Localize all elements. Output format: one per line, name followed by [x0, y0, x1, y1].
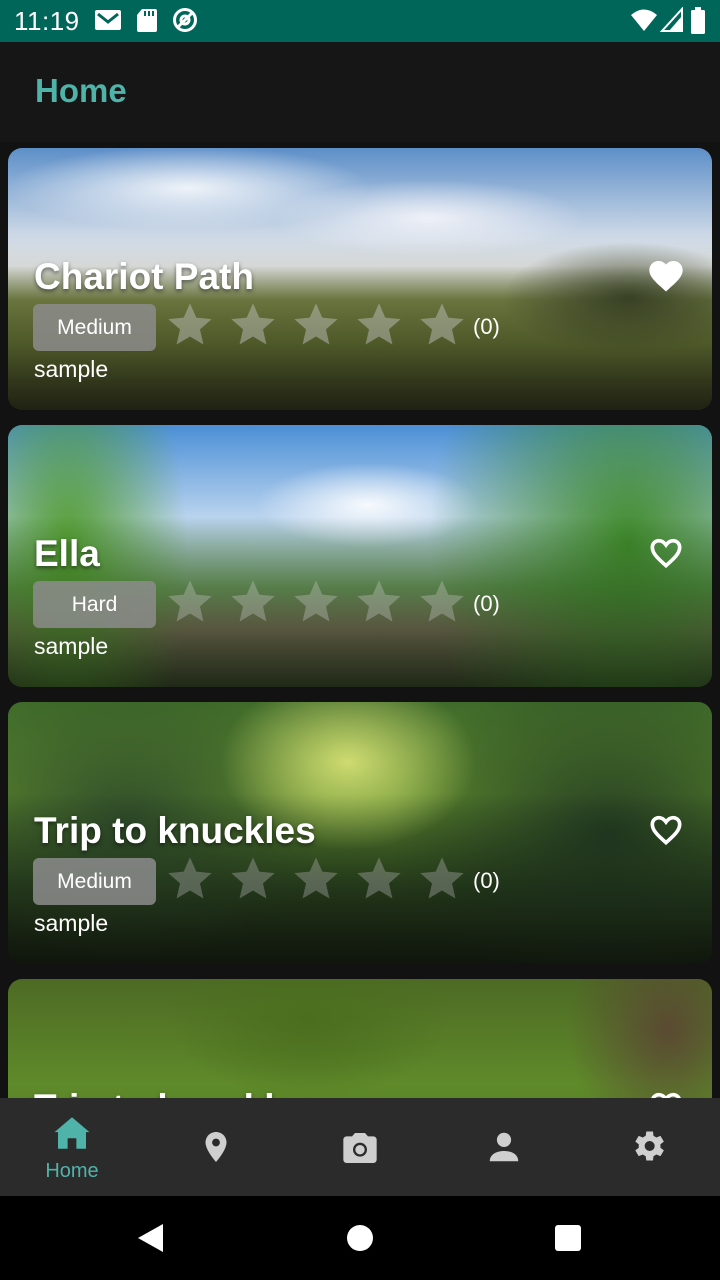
system-navigation-bar	[0, 1196, 720, 1280]
trip-card[interactable]: Ella Hard (0) sample	[8, 425, 712, 687]
status-bar: 11:19	[0, 0, 720, 42]
signal-icon	[660, 7, 683, 32]
star-icon[interactable]	[164, 853, 216, 905]
nav-label-home: Home	[45, 1160, 99, 1182]
trip-card[interactable]: Trip to knuckles Medium (0) sample	[8, 702, 712, 964]
status-time: 11:19	[14, 6, 80, 36]
rating-count: (0)	[473, 591, 500, 616]
star-icon[interactable]	[416, 576, 468, 628]
card-shade	[8, 425, 712, 687]
trip-title: Ella	[34, 533, 100, 574]
difficulty-badge: Medium	[33, 304, 156, 351]
heart-filled-icon[interactable]	[646, 256, 686, 296]
rating-count: (0)	[473, 314, 500, 339]
star-icon[interactable]	[227, 576, 279, 628]
star-icon[interactable]	[290, 576, 342, 628]
rating-count: (0)	[473, 868, 500, 893]
difficulty-badge: Hard	[33, 581, 156, 628]
star-icon[interactable]	[416, 853, 468, 905]
heart-outline-icon[interactable]	[646, 533, 686, 573]
nav-item-camera[interactable]	[288, 1098, 432, 1196]
rating-stars[interactable]	[164, 576, 468, 628]
gmail-icon	[95, 10, 121, 30]
bottom-navigation: Home	[0, 1098, 720, 1196]
nav-item-home[interactable]: Home	[0, 1098, 144, 1196]
camera-icon	[343, 1133, 377, 1163]
trip-subtitle: sample	[34, 910, 109, 936]
location-pin-icon	[205, 1132, 227, 1162]
nav-item-settings[interactable]	[576, 1098, 720, 1196]
home-icon	[54, 1117, 90, 1149]
star-icon[interactable]	[164, 299, 216, 351]
trip-subtitle: sample	[34, 633, 109, 659]
trip-title: Chariot Path	[34, 256, 254, 297]
heart-outline-icon[interactable]	[646, 810, 686, 850]
nav-item-profile[interactable]	[432, 1098, 576, 1196]
rating-stars[interactable]	[164, 299, 468, 351]
star-icon[interactable]	[353, 576, 405, 628]
star-icon[interactable]	[227, 299, 279, 351]
sd-card-icon	[137, 9, 157, 32]
star-icon[interactable]	[416, 299, 468, 351]
nav-item-location[interactable]	[144, 1098, 288, 1196]
battery-icon	[691, 7, 705, 34]
settings-icon	[635, 1131, 664, 1161]
page-title: Home	[35, 72, 127, 109]
star-icon[interactable]	[290, 853, 342, 905]
recents-icon[interactable]	[554, 1224, 582, 1252]
star-icon[interactable]	[353, 853, 405, 905]
trip-title: Trip to knuckles	[34, 810, 316, 851]
back-icon[interactable]	[135, 1222, 165, 1254]
difficulty-badge: Medium	[33, 858, 156, 905]
star-icon[interactable]	[353, 299, 405, 351]
trip-subtitle: sample	[34, 356, 109, 382]
app-bar: Home	[0, 42, 720, 142]
home-circle-icon[interactable]	[346, 1224, 374, 1252]
wifi-icon	[631, 9, 657, 31]
at-sign-icon	[173, 8, 197, 32]
star-icon[interactable]	[290, 299, 342, 351]
star-icon[interactable]	[227, 853, 279, 905]
person-icon	[489, 1132, 519, 1162]
rating-stars[interactable]	[164, 853, 468, 905]
trip-card[interactable]: Chariot Path Medium (0) sample	[8, 148, 712, 410]
star-icon[interactable]	[164, 576, 216, 628]
